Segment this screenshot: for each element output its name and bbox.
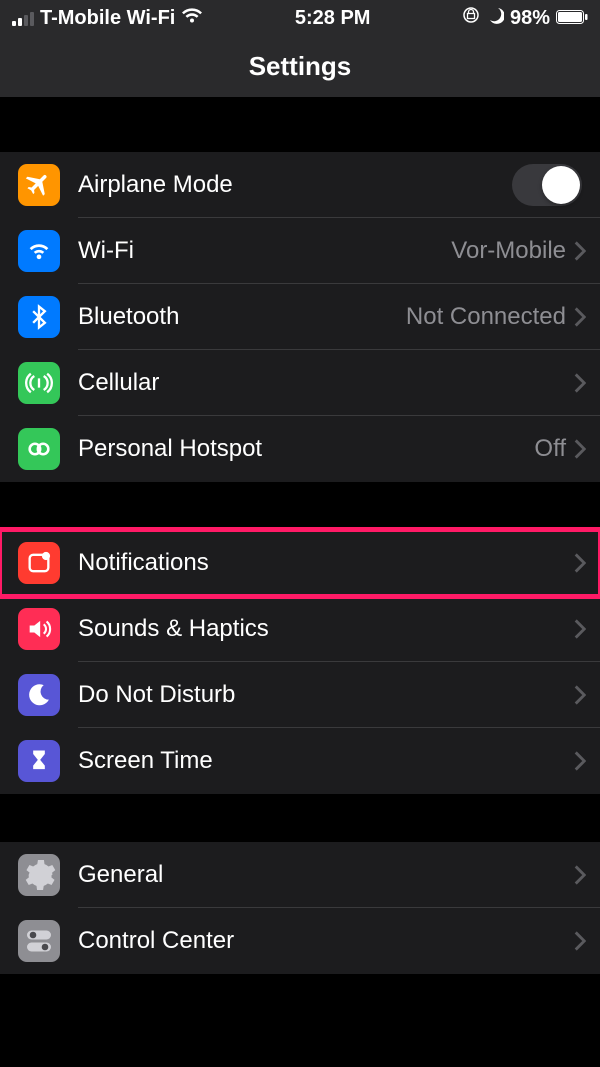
chevron-right-icon (574, 931, 586, 951)
settings-group-attention: Notifications Sounds & Haptics Do Not Di… (0, 530, 600, 794)
row-label: General (78, 861, 574, 889)
hourglass-icon (18, 740, 60, 782)
row-personal-hotspot[interactable]: Personal Hotspot Off (0, 416, 600, 482)
hotspot-icon (18, 428, 60, 470)
chevron-right-icon (574, 373, 586, 393)
page-title: Settings (249, 51, 352, 82)
row-sounds[interactable]: Sounds & Haptics (0, 596, 600, 662)
row-label: Screen Time (78, 747, 574, 775)
bluetooth-icon (18, 296, 60, 338)
wifi-icon (181, 7, 203, 30)
row-wifi[interactable]: Wi-Fi Vor-Mobile (0, 218, 600, 284)
chevron-right-icon (574, 553, 586, 573)
dnd-moon-icon (486, 6, 504, 30)
switches-icon (18, 920, 60, 962)
chevron-right-icon (574, 865, 586, 885)
row-bluetooth[interactable]: Bluetooth Not Connected (0, 284, 600, 350)
row-value: Vor-Mobile (451, 237, 566, 265)
row-label: Sounds & Haptics (78, 615, 574, 643)
chevron-right-icon (574, 619, 586, 639)
sounds-icon (18, 608, 60, 650)
orientation-lock-icon (462, 6, 480, 30)
battery-percent: 98% (510, 7, 550, 30)
airplane-mode-toggle[interactable] (512, 164, 582, 206)
row-label: Do Not Disturb (78, 681, 574, 709)
row-label: Airplane Mode (78, 171, 512, 199)
wifi-settings-icon (18, 230, 60, 272)
carrier-label: T-Mobile Wi-Fi (40, 7, 175, 30)
status-bar: T-Mobile Wi-Fi 5:28 PM 98% (0, 0, 600, 36)
row-label: Bluetooth (78, 303, 406, 331)
airplane-icon (18, 164, 60, 206)
status-time: 5:28 PM (295, 7, 371, 30)
chevron-right-icon (574, 685, 586, 705)
settings-group-connectivity: Airplane Mode Wi-Fi Vor-Mobile Bluetooth… (0, 152, 600, 482)
chevron-right-icon (574, 241, 586, 261)
row-notifications[interactable]: Notifications (0, 530, 600, 596)
chevron-right-icon (574, 439, 586, 459)
row-label: Control Center (78, 927, 574, 955)
cellular-signal-icon (12, 10, 34, 26)
notifications-icon (18, 542, 60, 584)
row-dnd[interactable]: Do Not Disturb (0, 662, 600, 728)
row-label: Wi-Fi (78, 237, 451, 265)
chevron-right-icon (574, 751, 586, 771)
settings-group-general: General Control Center (0, 842, 600, 974)
cellular-icon (18, 362, 60, 404)
row-label: Cellular (78, 369, 574, 397)
row-value: Off (534, 435, 566, 463)
nav-header: Settings (0, 36, 600, 98)
moon-icon (18, 674, 60, 716)
row-cellular[interactable]: Cellular (0, 350, 600, 416)
row-label: Notifications (78, 549, 574, 577)
chevron-right-icon (574, 307, 586, 327)
row-label: Personal Hotspot (78, 435, 534, 463)
gear-icon (18, 854, 60, 896)
row-value: Not Connected (406, 303, 566, 331)
row-airplane-mode[interactable]: Airplane Mode (0, 152, 600, 218)
row-control-center[interactable]: Control Center (0, 908, 600, 974)
row-general[interactable]: General (0, 842, 600, 908)
battery-icon (556, 7, 588, 30)
row-screen-time[interactable]: Screen Time (0, 728, 600, 794)
